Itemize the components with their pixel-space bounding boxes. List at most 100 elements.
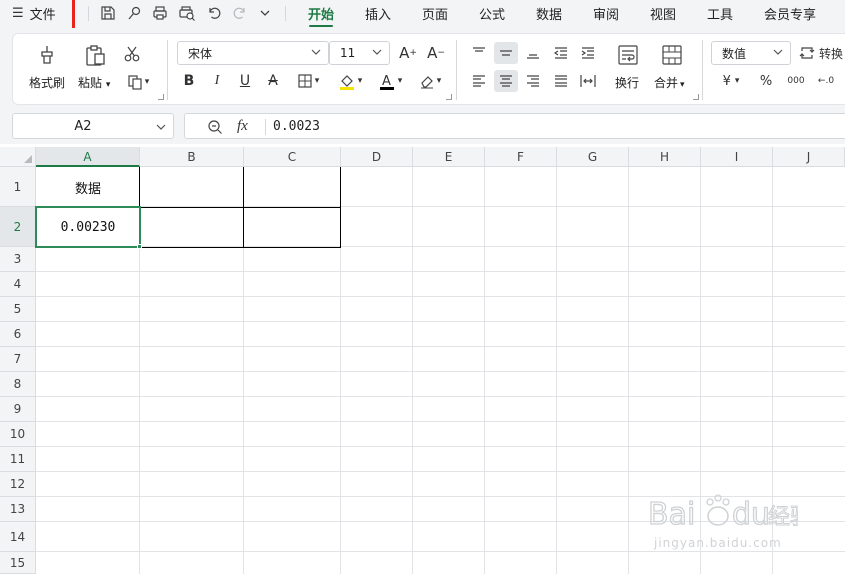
- select-all-corner[interactable]: [0, 147, 36, 167]
- fill-color-button[interactable]: ▾: [333, 71, 367, 91]
- row-header-2[interactable]: 2: [0, 207, 36, 247]
- column-header-d[interactable]: D: [341, 147, 413, 167]
- row-header-6[interactable]: 6: [0, 322, 36, 347]
- paste-icon[interactable]: [81, 42, 109, 68]
- tab-home[interactable]: 开始: [308, 2, 335, 27]
- tab-data[interactable]: 数据: [536, 2, 562, 24]
- merge-cells-icon[interactable]: [659, 42, 685, 68]
- zoom-search-icon[interactable]: [207, 119, 223, 135]
- tab-tools[interactable]: 工具: [707, 2, 733, 24]
- distributed-align-icon[interactable]: [576, 70, 600, 92]
- column-header-h[interactable]: H: [629, 147, 701, 167]
- merge-cells-button[interactable]: 合并 ▾: [654, 74, 685, 91]
- watermark-url: jingyan.baidu.com: [654, 536, 782, 550]
- column-header-e[interactable]: E: [413, 147, 485, 167]
- justify-icon[interactable]: [549, 70, 573, 92]
- row-header-12[interactable]: 12: [0, 472, 36, 497]
- increase-font-icon[interactable]: A +: [397, 43, 419, 63]
- cell-c1[interactable]: [244, 167, 340, 207]
- formula-input[interactable]: fx 0.0023: [184, 113, 845, 139]
- fx-icon[interactable]: fx: [237, 118, 248, 135]
- row-header-10[interactable]: 10: [0, 422, 36, 447]
- border-button[interactable]: ▾: [291, 71, 325, 91]
- currency-button[interactable]: ¥ ▾: [715, 71, 747, 91]
- font-color-button[interactable]: A ▾: [373, 71, 407, 91]
- name-box[interactable]: A2: [12, 113, 174, 139]
- format-painter-quick-icon[interactable]: [124, 0, 144, 26]
- row-header-7[interactable]: 7: [0, 347, 36, 372]
- merge-label: 合并: [654, 76, 679, 90]
- fill-handle[interactable]: [137, 244, 142, 249]
- row-header-13[interactable]: 13: [0, 497, 36, 522]
- align-top-icon[interactable]: [467, 42, 491, 64]
- gridline: [36, 321, 845, 322]
- row-header-8[interactable]: 8: [0, 372, 36, 397]
- thousands-button[interactable]: 000: [783, 71, 809, 91]
- align-bottom-icon[interactable]: [521, 42, 545, 64]
- underline-icon[interactable]: U: [235, 71, 255, 91]
- column-header-b[interactable]: B: [140, 147, 244, 167]
- decrease-indent-icon[interactable]: [549, 42, 573, 64]
- column-header-g[interactable]: G: [557, 147, 629, 167]
- tab-formula[interactable]: 公式: [479, 2, 505, 24]
- print-preview-icon[interactable]: [176, 0, 198, 26]
- convert-button[interactable]: 转换: [799, 42, 845, 64]
- quick-access-more-icon[interactable]: [256, 0, 274, 26]
- chevron-down-icon: ▾: [436, 76, 442, 86]
- cut-icon[interactable]: [121, 44, 143, 64]
- tab-home-label: 开始: [308, 7, 335, 23]
- font-launcher-icon[interactable]: [446, 94, 452, 100]
- cell-c2[interactable]: [244, 207, 340, 247]
- format-painter-icon[interactable]: [33, 42, 61, 68]
- column-header-a[interactable]: A: [36, 147, 140, 167]
- gridline: [36, 371, 845, 372]
- italic-icon[interactable]: I: [207, 71, 227, 91]
- row-header-15[interactable]: 15: [0, 552, 36, 574]
- align-left-icon[interactable]: [467, 70, 491, 92]
- align-center-icon[interactable]: [494, 70, 518, 92]
- print-icon[interactable]: [150, 0, 170, 26]
- column-header-f[interactable]: F: [485, 147, 557, 167]
- tab-view[interactable]: 视图: [650, 2, 676, 24]
- row-header-9[interactable]: 9: [0, 397, 36, 422]
- column-header-j[interactable]: J: [773, 147, 845, 167]
- decrease-font-icon[interactable]: A −: [425, 43, 447, 63]
- row-header-3[interactable]: 3: [0, 247, 36, 272]
- alignment-launcher-icon[interactable]: [693, 94, 699, 100]
- row-header-4[interactable]: 4: [0, 272, 36, 297]
- tab-review[interactable]: 审阅: [593, 2, 619, 24]
- copy-button[interactable]: ▾: [121, 72, 155, 92]
- align-right-icon[interactable]: [521, 70, 545, 92]
- baidu-paw-logo: Bai du 经验: [647, 494, 813, 533]
- save-icon[interactable]: [98, 0, 118, 26]
- align-middle-icon[interactable]: [494, 42, 518, 64]
- cell-b1[interactable]: [140, 167, 243, 207]
- percent-button[interactable]: %: [755, 71, 777, 91]
- clipboard-launcher-icon[interactable]: [158, 94, 164, 100]
- tab-member[interactable]: 会员专享: [764, 2, 816, 24]
- cell-a1[interactable]: 数据: [36, 167, 140, 207]
- strikethrough-icon[interactable]: A: [263, 71, 283, 91]
- format-painter-button[interactable]: 格式刷: [29, 74, 65, 91]
- paste-button[interactable]: 粘贴 ▾: [78, 74, 110, 91]
- font-name-select[interactable]: 宋体: [177, 41, 329, 65]
- tab-insert[interactable]: 插入: [365, 2, 391, 24]
- increase-decimal-icon[interactable]: ←.0: [813, 71, 839, 91]
- number-format-select[interactable]: 数值: [711, 41, 791, 65]
- redo-icon[interactable]: [230, 0, 250, 26]
- tab-page[interactable]: 页面: [422, 2, 448, 24]
- column-header-c[interactable]: C: [244, 147, 341, 167]
- row-header-11[interactable]: 11: [0, 447, 36, 472]
- column-header-i[interactable]: I: [701, 147, 773, 167]
- row-header-5[interactable]: 5: [0, 297, 36, 322]
- cell-b2[interactable]: [140, 207, 243, 247]
- row-header-14[interactable]: 14: [0, 522, 36, 552]
- undo-icon[interactable]: [204, 0, 224, 26]
- clear-button[interactable]: ▾: [413, 71, 447, 91]
- wrap-text-icon[interactable]: [615, 42, 641, 68]
- font-size-select[interactable]: 11: [329, 41, 390, 65]
- bold-icon[interactable]: B: [179, 71, 199, 91]
- row-header-1[interactable]: 1: [0, 167, 36, 207]
- increase-indent-icon[interactable]: [576, 42, 600, 64]
- wrap-text-button[interactable]: 换行: [615, 74, 639, 91]
